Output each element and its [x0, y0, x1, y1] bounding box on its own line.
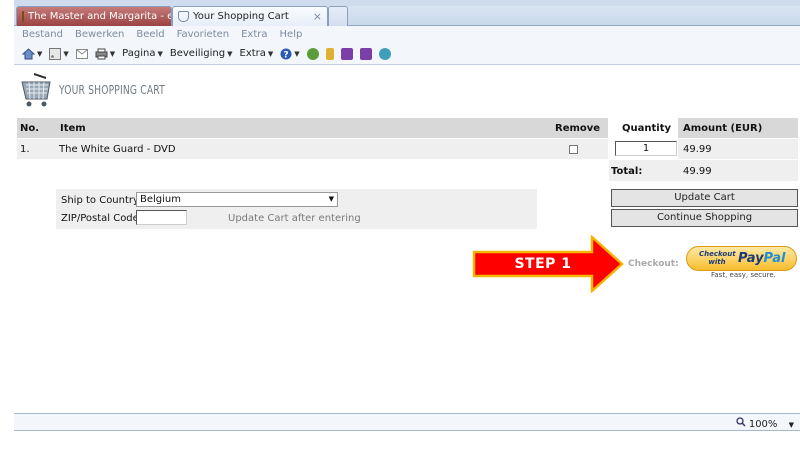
quantity-input[interactable]: 1	[615, 141, 677, 156]
header-no: No.	[20, 123, 40, 134]
menu-favorieten[interactable]: Favorieten	[177, 29, 229, 40]
step-label: STEP 1	[514, 256, 572, 272]
browser-window: The Master and Margarita - e-s... Your S…	[0, 0, 800, 468]
new-tab-button[interactable]	[328, 6, 348, 26]
security-menu-label: Beveiliging	[169, 48, 226, 59]
paypal-pay: Pay	[738, 251, 764, 266]
page-title: YOUR SHOPPING CART	[59, 83, 165, 97]
feeds-button[interactable]: ▼	[49, 47, 69, 60]
ship-country-label: Ship to Country	[61, 195, 139, 206]
continue-shopping-button[interactable]: Continue Shopping	[611, 209, 798, 227]
menu-bar: Bestand Bewerken Beeld Favorieten Extra …	[14, 26, 800, 43]
total-value: 49.99	[683, 166, 712, 177]
paypal-checkout-button[interactable]: Checkout with PayPal	[686, 246, 797, 271]
page-content: YOUR SHOPPING CART No. Item Remove Amoun…	[14, 66, 800, 413]
header-remove: Remove	[555, 123, 601, 134]
menu-bestand[interactable]: Bestand	[22, 29, 63, 40]
ship-country-value: Belgium	[140, 194, 181, 205]
printer-icon	[95, 48, 108, 59]
home-button[interactable]: ▼	[22, 47, 42, 60]
zoom-control[interactable]: 100% ▼	[735, 417, 794, 430]
header-quantity: Quantity	[622, 123, 671, 134]
tab-shopping-cart[interactable]: Your Shopping Cart ×	[172, 6, 328, 26]
row-amount: 49.99	[683, 144, 712, 155]
help-button[interactable]: ? ▼	[280, 48, 300, 60]
checkout-label: Checkout:	[628, 259, 679, 269]
remove-checkbox[interactable]	[569, 145, 578, 154]
zoom-level: 100%	[748, 419, 778, 430]
table-row: 1. The White Guard - DVD 49.99	[17, 139, 798, 159]
home-icon	[22, 47, 35, 59]
header-item: Item	[60, 123, 86, 134]
tab-master-and-margarita[interactable]: The Master and Margarita - e-s...	[16, 6, 172, 26]
extra-menu-label: Extra	[239, 48, 266, 59]
chevron-down-icon[interactable]: ▼	[789, 421, 794, 429]
shipping-panel: Ship to Country Belgium ▼ ZIP/Postal Cod…	[56, 189, 537, 229]
bluetooth-icon[interactable]	[378, 47, 391, 60]
cart-table-header: No. Item Remove Amount (EUR)	[17, 118, 798, 138]
row-item: The White Guard - DVD	[59, 144, 176, 155]
close-icon[interactable]: ×	[313, 10, 322, 23]
menu-beeld[interactable]: Beeld	[136, 29, 164, 40]
chevron-down-icon[interactable]: ▼	[37, 50, 42, 58]
paypal-tagline: Fast, easy, secure.	[711, 271, 776, 279]
shopping-cart-icon	[21, 73, 51, 107]
menu-extra[interactable]: Extra	[241, 29, 267, 40]
chevron-down-icon: ▼	[267, 49, 274, 58]
magnifier-icon	[735, 417, 746, 427]
paypal-pal: Pal	[763, 251, 786, 266]
menu-bewerken[interactable]: Bewerken	[75, 29, 124, 40]
cart-favicon-icon	[178, 11, 189, 22]
paypal-checkout-with: Checkout with	[699, 250, 736, 266]
page-menu[interactable]: Pagina ▼	[122, 48, 163, 59]
onenote-send-icon[interactable]	[359, 47, 372, 60]
tab-label: The Master and Margarita - e-s...	[28, 11, 171, 22]
security-menu[interactable]: Beveiliging ▼	[170, 48, 233, 59]
zip-input[interactable]	[136, 210, 187, 225]
chevron-down-icon[interactable]: ▼	[110, 50, 115, 58]
book-favicon-icon	[22, 11, 24, 22]
row-no: 1.	[20, 144, 30, 155]
chevron-down-icon[interactable]: ▼	[294, 50, 299, 58]
print-button[interactable]: ▼	[95, 48, 115, 60]
ship-country-select[interactable]: Belgium ▼	[136, 192, 338, 207]
menu-help[interactable]: Help	[280, 29, 303, 40]
research-icon[interactable]	[325, 47, 334, 60]
chevron-down-icon[interactable]: ▼	[63, 50, 68, 58]
command-bar: ▼ ▼ ▼ Pagina ▼ Beveiliging ▼ Extra ▼ ? ▼	[14, 43, 800, 65]
zip-note: Update Cart after entering	[228, 213, 361, 224]
chevron-down-icon: ▼	[328, 195, 334, 203]
paypal-logo: PayPal	[738, 251, 785, 266]
status-bar: 100% ▼	[14, 413, 800, 431]
onenote-icon[interactable]	[340, 47, 353, 60]
zip-label: ZIP/Postal Code	[61, 213, 139, 224]
feed-icon	[49, 47, 62, 60]
tab-label: Your Shopping Cart	[193, 11, 289, 22]
extra-menu[interactable]: Extra ▼	[240, 48, 274, 59]
total-label: Total:	[611, 166, 643, 177]
mail-icon	[75, 48, 88, 59]
chevron-down-icon: ▼	[227, 49, 233, 58]
help-icon: ?	[280, 48, 292, 60]
mail-button[interactable]	[75, 48, 88, 59]
update-cart-button[interactable]: Update Cart	[611, 189, 798, 207]
page-menu-label: Pagina	[122, 48, 156, 59]
svg-text:?: ?	[284, 50, 289, 60]
messenger-icon[interactable]	[306, 47, 319, 60]
chevron-down-icon: ▼	[157, 49, 163, 58]
header-amount: Amount (EUR)	[683, 123, 763, 134]
